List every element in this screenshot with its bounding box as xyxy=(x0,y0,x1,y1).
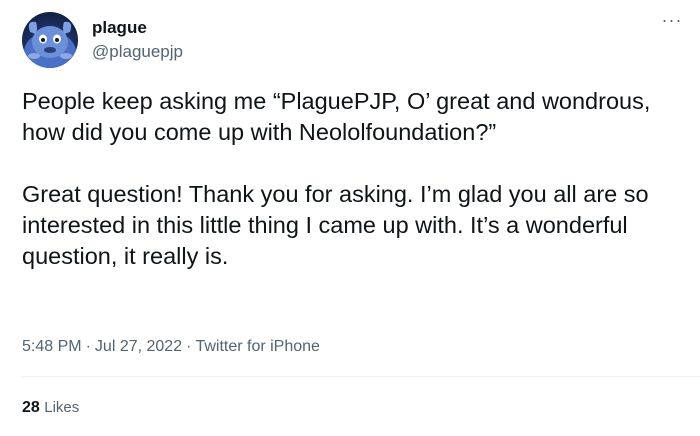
likes-count: 28 xyxy=(22,399,40,416)
tweet-source[interactable]: Twitter for iPhone xyxy=(195,338,320,355)
tweet-paragraph: Great question! Thank you for asking. I’… xyxy=(22,181,649,269)
meta-separator: · xyxy=(85,338,91,355)
meta-separator: · xyxy=(186,338,192,355)
tweet-text: People keep asking me “PlaguePJP, O’ gre… xyxy=(22,86,682,272)
more-horizontal-icon[interactable]: ··· xyxy=(660,10,684,36)
author-display-name[interactable]: plague xyxy=(92,18,147,38)
likes-stat[interactable]: 28 Likes xyxy=(22,398,79,418)
likes-label: Likes xyxy=(44,399,80,416)
author-handle[interactable]: @plaguepjp xyxy=(92,42,183,62)
avatar-image xyxy=(24,21,76,68)
tweet: plague @plaguepjp ··· People keep asking… xyxy=(0,0,700,436)
tweet-time[interactable]: 5:48 PM xyxy=(22,338,82,355)
tweet-metadata: 5:48 PM · Jul 27, 2022 · Twitter for iPhone xyxy=(22,337,320,357)
tweet-date[interactable]: Jul 27, 2022 xyxy=(95,338,182,355)
avatar[interactable] xyxy=(22,12,78,68)
divider xyxy=(22,376,700,377)
tweet-paragraph: People keep asking me “PlaguePJP, O’ gre… xyxy=(22,88,651,145)
